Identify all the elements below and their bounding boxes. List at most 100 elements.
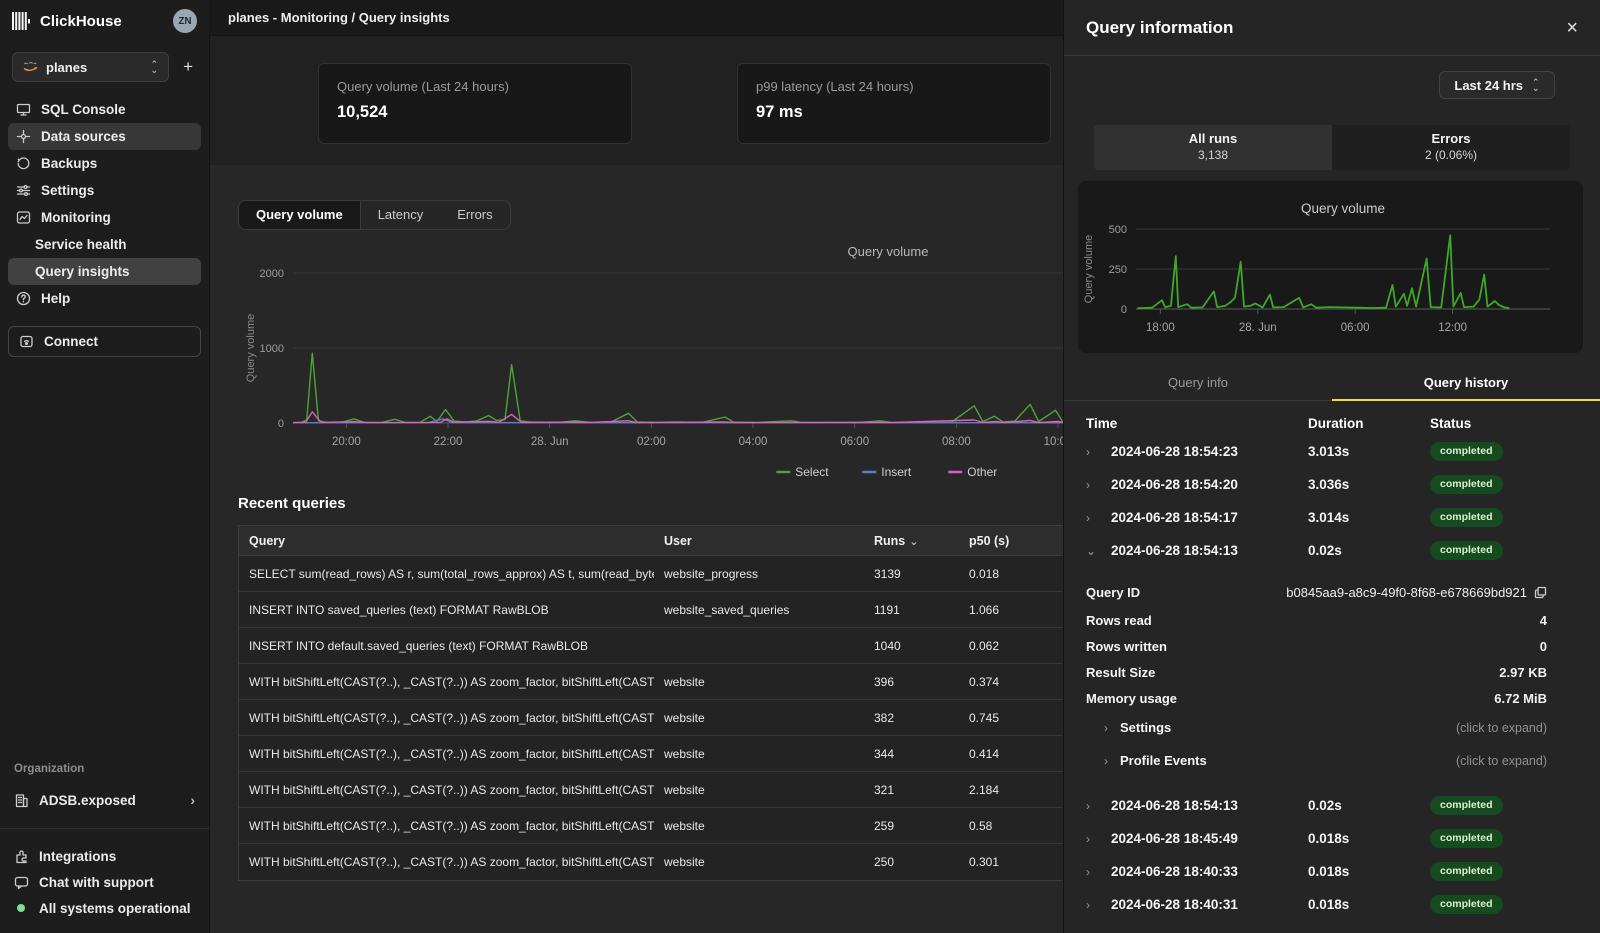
- close-icon[interactable]: ×: [1566, 18, 1578, 38]
- column-duration: Duration: [1308, 416, 1430, 431]
- tab-query-info[interactable]: Query info: [1064, 367, 1332, 401]
- query-id-value: b0845aa9-a8c9-49f0-8f68-e678669bd921: [1286, 585, 1527, 600]
- help-icon: [16, 291, 31, 306]
- tab-query-volume[interactable]: Query volume: [239, 201, 361, 229]
- history-row[interactable]: › 2024-06-28 18:45:49 0.018s completed: [1064, 822, 1600, 855]
- monitoring-icon: [16, 210, 31, 225]
- chat-support-link[interactable]: Chat with support: [0, 869, 209, 895]
- metric-row: Rows read 4: [1064, 607, 1600, 633]
- history-row[interactable]: ⌄ 2024-06-28 18:54:13 0.02s completed: [1064, 534, 1600, 567]
- stat-label: Query volume (Last 24 hours): [337, 79, 613, 94]
- tab-query-history[interactable]: Query history: [1332, 367, 1600, 401]
- expandable-section[interactable]: › Settings (click to expand): [1064, 711, 1600, 744]
- user-cell: website: [654, 855, 864, 869]
- status-badge: completed: [1430, 862, 1503, 881]
- history-duration: 3.013s: [1308, 444, 1430, 459]
- svg-text:04:00: 04:00: [739, 436, 768, 448]
- expandable-label: Profile Events: [1120, 753, 1207, 768]
- tab-latency[interactable]: Latency: [361, 201, 441, 229]
- sidebar-item-data-sources[interactable]: Data sources: [8, 123, 201, 150]
- metric-label: Result Size: [1086, 665, 1155, 680]
- connect-icon: [19, 334, 34, 349]
- svg-text:0: 0: [1121, 304, 1127, 316]
- status-badge: completed: [1430, 442, 1503, 461]
- history-time: 2024-06-28 18:40:33: [1111, 864, 1308, 879]
- svg-text:Query volume: Query volume: [1301, 201, 1385, 216]
- sidebar-item-backups[interactable]: Backups: [8, 150, 201, 177]
- history-duration: 0.02s: [1308, 543, 1430, 558]
- runs-cell: 321: [864, 783, 959, 797]
- expand-chevron-icon[interactable]: ›: [1086, 445, 1111, 459]
- expand-chevron-icon[interactable]: ›: [1086, 898, 1111, 912]
- breadcrumb: planes - Monitoring / Query insights: [228, 10, 450, 25]
- history-row[interactable]: › 2024-06-28 18:54:13 0.02s completed: [1064, 789, 1600, 822]
- svg-text:Other: Other: [967, 465, 997, 479]
- organization-selector[interactable]: ADSB.exposed ›: [0, 785, 209, 815]
- avatar[interactable]: ZN: [173, 9, 197, 33]
- sidebar-item-settings[interactable]: Settings: [8, 177, 201, 204]
- expand-chevron-icon[interactable]: ›: [1086, 799, 1111, 813]
- sidebar-nav: SQL Console Data sources Backups Setting…: [0, 96, 209, 312]
- query-cell: WITH bitShiftLeft(CAST(?..), _CAST(?..))…: [239, 819, 654, 833]
- expand-chevron-icon[interactable]: ⌄: [1086, 544, 1111, 558]
- history-row[interactable]: › 2024-06-28 18:40:33 0.018s completed: [1064, 855, 1600, 888]
- column-status: Status: [1430, 416, 1578, 431]
- query-cell: WITH bitShiftLeft(CAST(?..), _CAST(?..))…: [239, 855, 654, 869]
- chevron-right-icon: ›: [1104, 721, 1108, 735]
- metric-label: Rows written: [1086, 639, 1167, 654]
- history-time: 2024-06-28 18:54:13: [1111, 543, 1308, 558]
- runs-errors-segments: All runs 3,138 Errors 2 (0.06%): [1094, 125, 1570, 170]
- chevron-right-icon: ›: [190, 792, 195, 808]
- chevron-updown-icon: ⌃⌄: [1532, 79, 1540, 91]
- sidebar-item-sql-console[interactable]: SQL Console: [8, 96, 201, 123]
- user-cell: website: [654, 819, 864, 833]
- history-row[interactable]: › 2024-06-28 18:54:17 3.014s completed: [1064, 501, 1600, 534]
- status-badge: completed: [1430, 796, 1503, 815]
- expand-chevron-icon[interactable]: ›: [1086, 865, 1111, 879]
- expand-chevron-icon[interactable]: ›: [1086, 478, 1111, 492]
- add-service-button[interactable]: +: [179, 57, 197, 77]
- status-badge: completed: [1430, 541, 1503, 560]
- organization-icon: [14, 793, 29, 808]
- sidebar-item-service-health[interactable]: Service health: [8, 231, 201, 258]
- expand-chevron-icon[interactable]: ›: [1086, 511, 1111, 525]
- query-metrics: Rows read 4 Rows written 0 Result Size 2…: [1064, 607, 1600, 711]
- sidebar-item-monitoring[interactable]: Monitoring: [8, 204, 201, 231]
- system-status-link[interactable]: All systems operational: [0, 895, 209, 921]
- column-user: User: [654, 534, 864, 548]
- history-row[interactable]: › 2024-06-28 18:40:31 0.018s completed: [1064, 888, 1600, 921]
- integrations-link[interactable]: Integrations: [0, 843, 209, 869]
- sidebar-item-help[interactable]: Help: [8, 285, 201, 312]
- runs-cell: 259: [864, 819, 959, 833]
- query-cell: WITH bitShiftLeft(CAST(?..), _CAST(?..))…: [239, 747, 654, 761]
- svg-text:Select: Select: [795, 465, 829, 479]
- runs-cell: 250: [864, 855, 959, 869]
- query-cell: INSERT INTO saved_queries (text) FORMAT …: [239, 603, 654, 617]
- query-cell: WITH bitShiftLeft(CAST(?..), _CAST(?..))…: [239, 675, 654, 689]
- expandable-label: Settings: [1120, 720, 1171, 735]
- history-time: 2024-06-28 18:54:20: [1111, 477, 1308, 492]
- column-runs-sortable[interactable]: Runs⌄: [864, 534, 959, 548]
- tab-errors[interactable]: Errors: [440, 201, 509, 229]
- history-time: 2024-06-28 18:40:31: [1111, 897, 1308, 912]
- history-duration: 3.014s: [1308, 510, 1430, 525]
- metric-label: Memory usage: [1086, 691, 1177, 706]
- svg-text:250: 250: [1109, 264, 1127, 276]
- expand-chevron-icon[interactable]: ›: [1086, 832, 1111, 846]
- sidebar-item-query-insights[interactable]: Query insights: [8, 258, 201, 285]
- history-time: 2024-06-28 18:45:49: [1111, 831, 1308, 846]
- service-selector[interactable]: planes ⌃⌄: [12, 52, 169, 82]
- time-range-selector[interactable]: Last 24 hrs ⌃⌄: [1439, 71, 1555, 99]
- history-row[interactable]: › 2024-06-28 18:54:23 3.013s completed: [1064, 435, 1600, 468]
- segment-all-runs[interactable]: All runs 3,138: [1094, 125, 1332, 170]
- segment-errors[interactable]: Errors 2 (0.06%): [1332, 125, 1570, 170]
- svg-text:1000: 1000: [260, 343, 284, 355]
- expand-hint: (click to expand): [1456, 721, 1547, 735]
- copy-icon[interactable]: [1534, 586, 1547, 599]
- service-name: planes: [46, 60, 87, 75]
- expandable-section[interactable]: › Profile Events (click to expand): [1064, 744, 1600, 777]
- connect-button[interactable]: Connect: [8, 326, 201, 357]
- history-row[interactable]: › 2024-06-28 18:54:20 3.036s completed: [1064, 468, 1600, 501]
- panel-title: Query information: [1086, 18, 1233, 38]
- metric-value: 4: [1540, 613, 1547, 628]
